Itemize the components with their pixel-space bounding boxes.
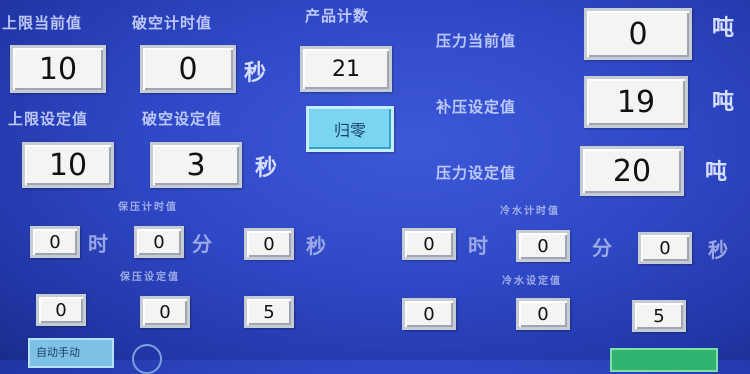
cool-timer-hours: 0	[402, 228, 456, 260]
vacuum-setting-value: 3	[150, 142, 242, 188]
auto-manual-label: 自动手动	[36, 346, 80, 359]
hold-timer-seconds: 0	[244, 228, 294, 260]
upper-current-label: 上限当前值	[2, 14, 83, 32]
cool-setting-minutes[interactable]: 0	[516, 298, 570, 330]
vacuum-setting-unit: 秒	[255, 156, 278, 181]
pressure-setting-value: 20	[580, 146, 684, 196]
hold-timer-hours-unit: 时	[88, 232, 108, 256]
vacuum-timer-label: 破空计时值	[132, 14, 213, 32]
hold-timer-seconds-unit: 秒	[306, 234, 326, 258]
vacuum-setting-label: 破空设定值	[142, 110, 223, 128]
hold-setting-hours[interactable]: 0	[36, 294, 86, 326]
hold-timer-minutes-unit: 分	[192, 232, 212, 256]
product-count-label: 产品计数	[305, 7, 370, 25]
hold-timer-minutes: 0	[134, 226, 184, 258]
hold-timer-hours: 0	[30, 226, 80, 258]
cool-setting-seconds[interactable]: 5	[632, 300, 686, 332]
product-count-value: 21	[300, 46, 392, 92]
comp-setting-value: 19	[584, 76, 688, 128]
cool-setting-hours[interactable]: 0	[402, 298, 456, 330]
pressure-current-value: 0	[584, 8, 692, 60]
hold-setting-minutes[interactable]: 0	[140, 296, 190, 328]
comp-setting-label: 补压设定值	[436, 98, 517, 116]
start-button[interactable]	[610, 348, 718, 372]
cool-timer-seconds: 0	[638, 232, 692, 264]
pressure-setting-label: 压力设定值	[436, 164, 517, 182]
upper-setting-value: 10	[22, 142, 114, 188]
hold-timer-label: 保压计时值	[118, 202, 178, 213]
hold-setting-seconds[interactable]: 5	[244, 296, 294, 328]
comp-setting-unit: 吨	[712, 90, 735, 115]
cool-timer-label: 冷水计时值	[500, 206, 560, 217]
pressure-setting-unit: 吨	[705, 160, 728, 185]
hold-setting-label: 保压设定值	[120, 272, 180, 283]
status-indicator-icon	[132, 344, 162, 374]
cool-setting-label: 冷水设定值	[502, 276, 562, 287]
vacuum-timer-unit: 秒	[244, 61, 267, 86]
cool-timer-seconds-unit: 秒	[708, 238, 728, 262]
auto-manual-button[interactable]: 自动手动	[28, 338, 114, 368]
pressure-current-label: 压力当前值	[436, 32, 517, 50]
reset-button[interactable]: 归零	[306, 106, 394, 152]
cool-timer-minutes: 0	[516, 230, 570, 262]
upper-setting-label: 上限设定值	[8, 110, 89, 128]
cool-timer-hours-unit: 时	[468, 234, 488, 258]
vacuum-timer-value: 0	[140, 45, 236, 93]
cool-timer-minutes-unit: 分	[592, 236, 612, 260]
upper-current-value: 10	[10, 45, 106, 93]
pressure-current-unit: 吨	[712, 16, 735, 41]
